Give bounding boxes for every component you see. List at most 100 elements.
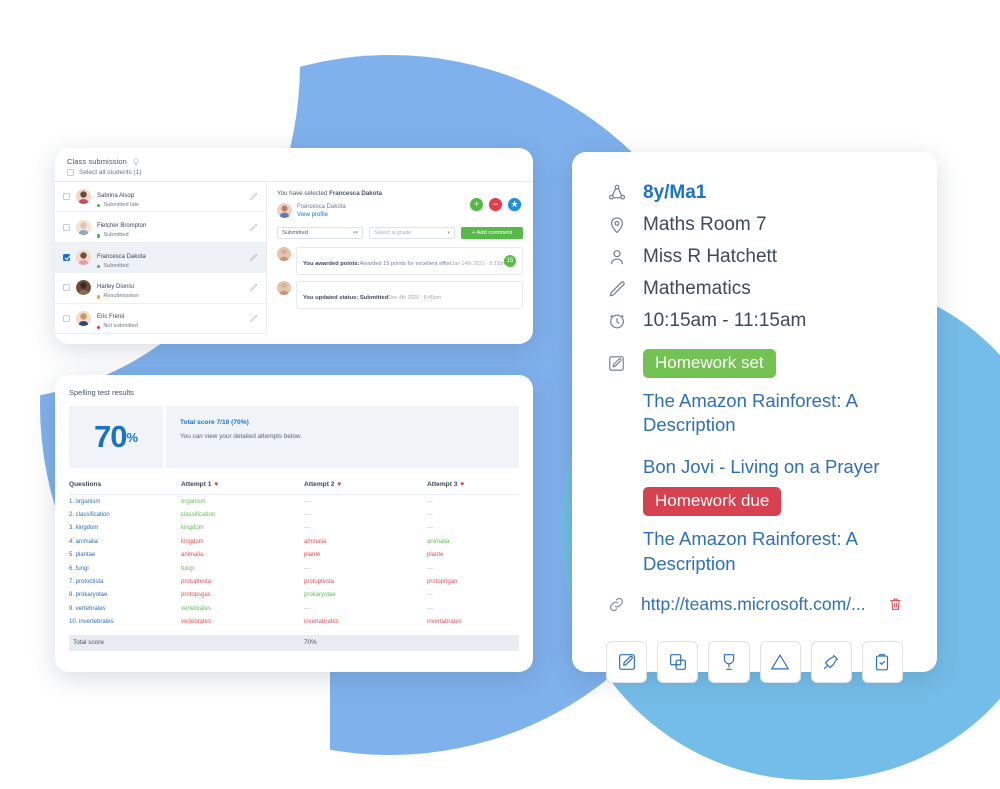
question-cell: 3. kingdom [69,525,99,532]
selected-heading-prefix: You have selected [277,190,330,197]
edit-pencil-icon[interactable] [249,223,258,232]
meeting-url[interactable]: http://teams.microsoft.com/... [641,594,874,615]
edit-pencil-icon[interactable] [249,192,258,201]
attempts-table: Questions Attempt 1 ♥ Attempt 2 ♥ Attempt … [69,481,519,629]
avatar [76,249,91,265]
student-row[interactable]: Fletcher Brompton Submitted [55,212,266,243]
edit-pencil-icon[interactable] [249,283,258,292]
question-cell: 8. prokaryotae [69,592,108,599]
room-name: Maths Room 7 [643,214,767,235]
edit-note-button[interactable] [606,641,648,684]
time-row: 10:15am - 11:15am [606,310,903,332]
attempt-3-cell: invertabrates [427,619,462,626]
attempt-2-cell: protuptesta [304,579,335,586]
lesson-tool-buttons [606,641,904,684]
avatar-face-icon [76,219,91,235]
homework-due-item[interactable]: The Amazon Rainforest: A Description [643,527,898,576]
attempt-1-cell: vertebrates [181,605,212,612]
teacher-name: Miss R Hatchett [643,246,778,267]
lesson-detail-card: 8y/Ma1 Maths Room 7 Miss R Hatchett Math… [572,152,937,684]
select-all-students-row[interactable]: Select all students (1) [55,169,533,181]
homework-set-item[interactable]: Bon Jovi - Living on a Prayer [643,455,898,479]
attempt-2-cell: aminalia [304,538,327,545]
heart-icon: ♥ [337,481,342,488]
col-header-attempt-1: Attempt 1 [181,481,212,488]
student-name: Francesca Dakota [97,253,146,260]
clipboard-check-icon [876,654,889,671]
add-comment-button[interactable]: + Add comment [461,226,523,239]
student-checkbox[interactable] [63,284,70,292]
student-status: Submitted [97,263,243,271]
profile-name: Francesca Dakota [297,204,346,210]
attempt-3-cell: — [427,512,433,519]
comment-list: You awarded points:Awarded 15 points for… [277,246,523,309]
star-circle-icon[interactable]: ★ [508,198,521,211]
question-cell: 5. plantae [69,552,96,559]
location-pin-icon [606,215,627,236]
homework-set-badge: Homework set [643,349,776,378]
select-all-checkbox[interactable] [67,169,74,176]
grade-select[interactable]: Select a grade ▾ [369,226,455,239]
attempt-1-cell: fungi [181,565,195,572]
edit-pencil-icon[interactable] [249,314,258,323]
student-name: Sabrina Alsop [97,192,135,199]
screenshot-root: Class submission Select all students (1)… [0,0,1000,789]
link-row: http://teams.microsoft.com/... [606,594,903,615]
student-checkbox[interactable] [63,314,70,322]
student-row[interactable]: Harley Dionisi Resubmission [55,273,266,304]
avatar-face-icon [76,310,91,326]
student-row[interactable]: Eric Frenil Not submitted [55,304,266,334]
lesson-time: 10:15am - 11:15am [643,310,807,331]
student-row[interactable]: Francesca Dakota Submitted [55,242,266,274]
status-select[interactable]: Submitted ▾▾ [277,226,363,239]
attempt-3-cell: animalia [427,538,450,545]
attempt-2-cell: — [304,605,310,612]
table-row: 8. prokaryotae protopsgas prokaryotae — [69,589,519,602]
attempt-2-cell: plante [304,552,321,559]
student-checkbox[interactable] [63,253,70,261]
homework-set-item[interactable]: The Amazon Rainforest: A Description [643,389,898,438]
student-name: Fletcher Brompton [97,223,147,230]
footer-value: 70% [304,639,317,647]
avatar-face-icon [277,203,292,218]
select-all-label: Select all students (1) [79,169,142,176]
heart-icon: ♥ [460,481,465,488]
attempt-1-cell: protopsgas [181,592,211,599]
class-code[interactable]: 8y/Ma1 [643,182,706,204]
minus-circle-icon[interactable]: − [489,198,502,211]
student-status: Not submitted [97,323,243,331]
warning-triangle-button[interactable] [759,641,801,684]
clock-icon [606,311,627,332]
avatar [76,280,91,296]
submission-controls: Submitted ▾▾ Select a grade ▾ + Add comm… [277,226,523,239]
homework-set-row: Homework set [606,349,903,378]
plus-circle-icon[interactable]: + [470,198,483,211]
student-row[interactable]: Sabrina Alsop Submitted late [55,182,266,213]
class-submission-card: Class submission Select all students (1)… [55,148,533,344]
score-note-body: You can view your detailed attempts belo… [180,433,302,440]
student-checkbox[interactable] [63,193,70,201]
col-header-attempt-3: Attempt 3 [427,481,458,488]
view-profile-link[interactable]: View profile [297,211,346,219]
total-score-text: Total score 7/10 (70%) [180,419,249,426]
class-group-icon [606,183,627,204]
status-dot-icon [97,295,101,299]
avatar [277,280,291,295]
pin-button[interactable] [810,641,852,684]
lightbulb-icon [133,157,139,166]
student-checkbox[interactable] [63,223,70,231]
copy-icon [669,654,686,670]
delete-icon[interactable] [888,595,903,614]
status-select-value: Submitted [282,229,309,236]
attempt-1-cell: classification [181,512,216,519]
copy-button[interactable] [657,641,699,684]
student-status: Resubmission [97,293,243,301]
comment-bubble: You updated status: SubmittedDec 4th 202… [296,280,523,309]
trophy-button[interactable] [708,641,750,684]
clipboard-check-button[interactable] [861,641,904,684]
table-row: 1. organism organism — — [69,495,519,508]
selected-student-heading: You have selected Francesca Dakota [277,190,523,197]
attempt-2-cell: — [304,565,310,572]
edit-pencil-icon[interactable] [249,253,258,262]
edit-note-icon [606,353,627,374]
